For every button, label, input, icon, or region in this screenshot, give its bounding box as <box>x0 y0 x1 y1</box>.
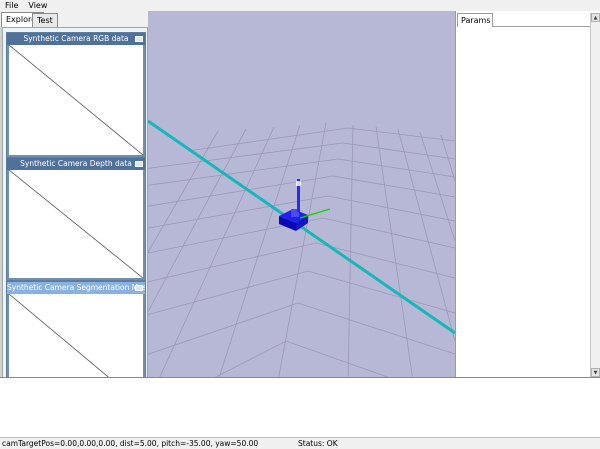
collapse-icon[interactable] <box>135 36 143 42</box>
status-bar: camTargetPos=0.00,0.00,0.00, dist=5.00, … <box>0 437 600 449</box>
log-area[interactable] <box>0 377 600 437</box>
camera-image-depth <box>9 170 143 278</box>
menu-view[interactable]: View <box>23 0 52 11</box>
camera-image-rgb <box>9 45 143 155</box>
left-tab-bar: Explorer Test <box>0 11 148 27</box>
robot-model[interactable] <box>279 179 331 231</box>
camera-status-text: camTargetPos=0.00,0.00,0.00, dist=5.00, … <box>2 439 259 448</box>
scroll-down-arrow-icon[interactable]: ▼ <box>591 368 600 377</box>
3d-viewport[interactable] <box>148 11 455 377</box>
status-text: Status: OK <box>298 439 338 448</box>
menu-file[interactable]: File <box>0 0 23 11</box>
ground-grid <box>148 122 455 377</box>
tab-params[interactable]: Params <box>457 13 493 27</box>
3d-scene[interactable] <box>148 11 455 377</box>
camera-panel-title: Synthetic Camera RGB data <box>23 34 129 43</box>
camera-panel-depth[interactable]: Synthetic Camera Depth data <box>6 157 146 281</box>
menu-bar: File View <box>0 0 600 11</box>
camera-panel-rgb[interactable]: Synthetic Camera RGB data <box>6 32 146 158</box>
tab-test[interactable]: Test <box>32 13 58 27</box>
collapse-icon[interactable] <box>135 285 143 291</box>
scroll-up-arrow-icon[interactable]: ▲ <box>591 13 600 22</box>
params-panel: Params ▲ ▼ <box>455 11 600 377</box>
params-scrollbar[interactable]: ▲ ▼ <box>590 13 600 377</box>
collapse-icon[interactable] <box>135 161 143 167</box>
explorer-panel: Synthetic Camera RGB data Synthetic Came… <box>2 27 148 412</box>
camera-panel-title: Synthetic Camera Segmentation Mask <box>7 283 145 292</box>
camera-panel-title: Synthetic Camera Depth data <box>20 159 132 168</box>
